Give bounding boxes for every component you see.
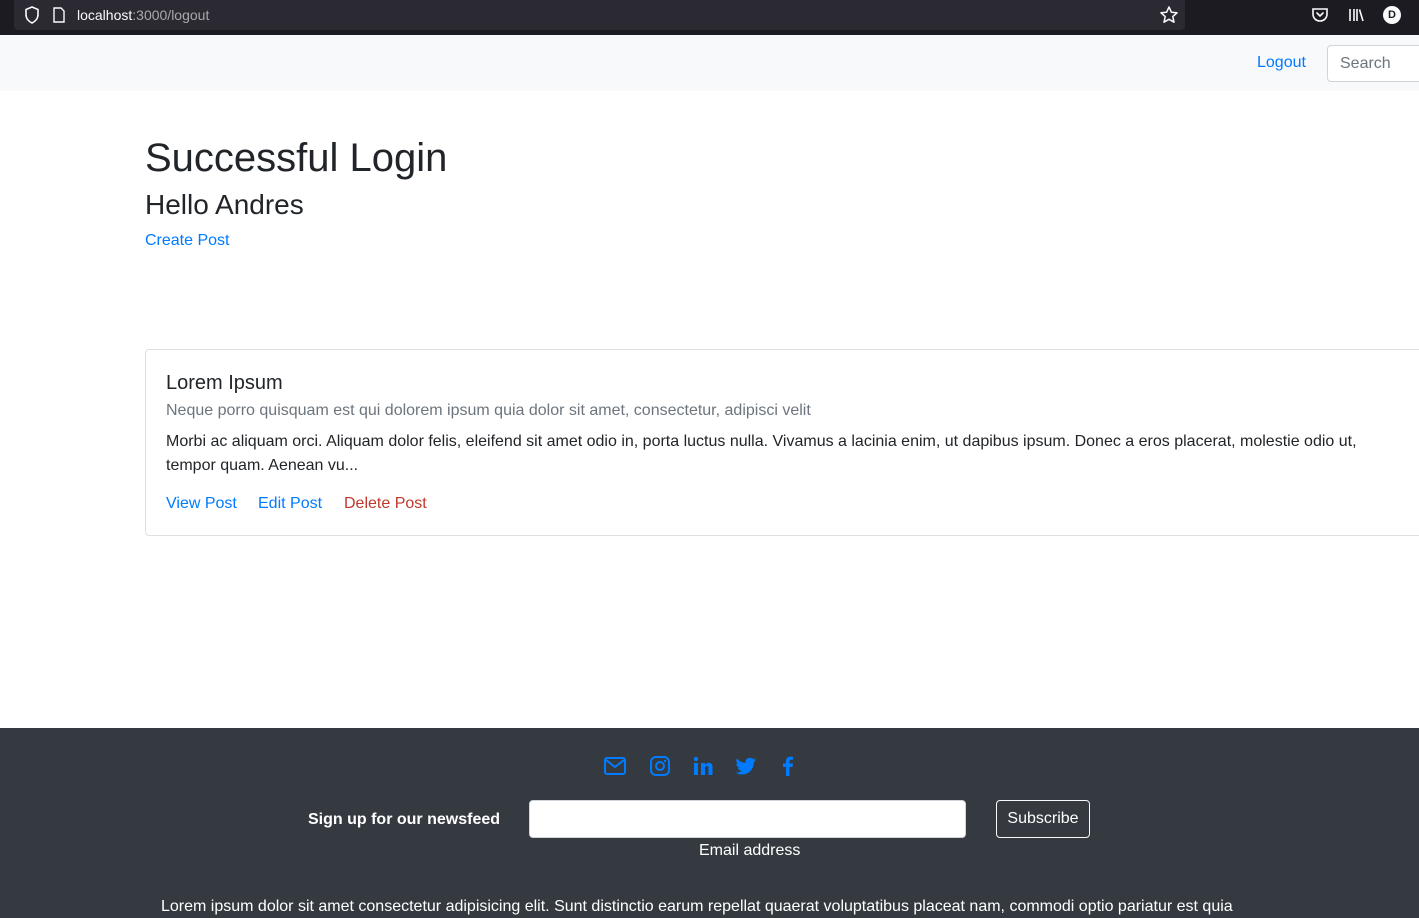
- shield-icon[interactable]: [24, 6, 40, 24]
- navbar: Logout: [0, 35, 1419, 91]
- page-title: Successful Login: [145, 136, 448, 180]
- create-post-link[interactable]: Create Post: [145, 232, 229, 250]
- bookmark-star-icon[interactable]: [1159, 5, 1179, 25]
- browser-toolbar: localhost:3000/logout D: [0, 0, 1419, 35]
- greeting: Hello Andres: [145, 189, 304, 220]
- email-label: Email address: [699, 842, 801, 859]
- email-field[interactable]: [529, 800, 966, 838]
- library-icon[interactable]: [1347, 6, 1365, 24]
- profile-avatar[interactable]: D: [1383, 6, 1401, 24]
- delete-post-link[interactable]: Delete Post: [344, 495, 427, 513]
- page-icon: [53, 7, 65, 23]
- search-input[interactable]: [1327, 45, 1419, 82]
- subscribe-button[interactable]: Subscribe: [996, 800, 1090, 838]
- edit-post-link[interactable]: Edit Post: [258, 495, 322, 513]
- footer-text: Lorem ipsum dolor sit amet consectetur a…: [161, 898, 1233, 915]
- post-title: Lorem Ipsum: [166, 372, 283, 394]
- url-path: :3000/logout: [132, 7, 210, 23]
- url-text[interactable]: localhost:3000/logout: [77, 7, 209, 23]
- footer: Sign up for our newsfeed Email address S…: [0, 728, 1419, 918]
- url-host: localhost: [77, 7, 133, 23]
- view-post-link[interactable]: View Post: [166, 495, 237, 513]
- pocket-icon[interactable]: [1311, 6, 1329, 24]
- twitter-icon[interactable]: [734, 755, 758, 777]
- linkedin-icon[interactable]: [691, 755, 715, 777]
- mail-icon[interactable]: [603, 755, 627, 777]
- facebook-icon[interactable]: [776, 755, 800, 777]
- post-excerpt: Morbi ac aliquam orci. Aliquam dolor fel…: [166, 433, 1357, 474]
- post-card: Lorem Ipsum Neque porro quisquam est qui…: [145, 349, 1419, 536]
- instagram-icon[interactable]: [648, 755, 672, 777]
- logout-link[interactable]: Logout: [1257, 54, 1306, 72]
- newsfeed-label: Sign up for our newsfeed: [308, 811, 501, 828]
- address-bar[interactable]: localhost:3000/logout: [14, 0, 1185, 30]
- post-subtitle: Neque porro quisquam est qui dolorem ips…: [166, 402, 811, 419]
